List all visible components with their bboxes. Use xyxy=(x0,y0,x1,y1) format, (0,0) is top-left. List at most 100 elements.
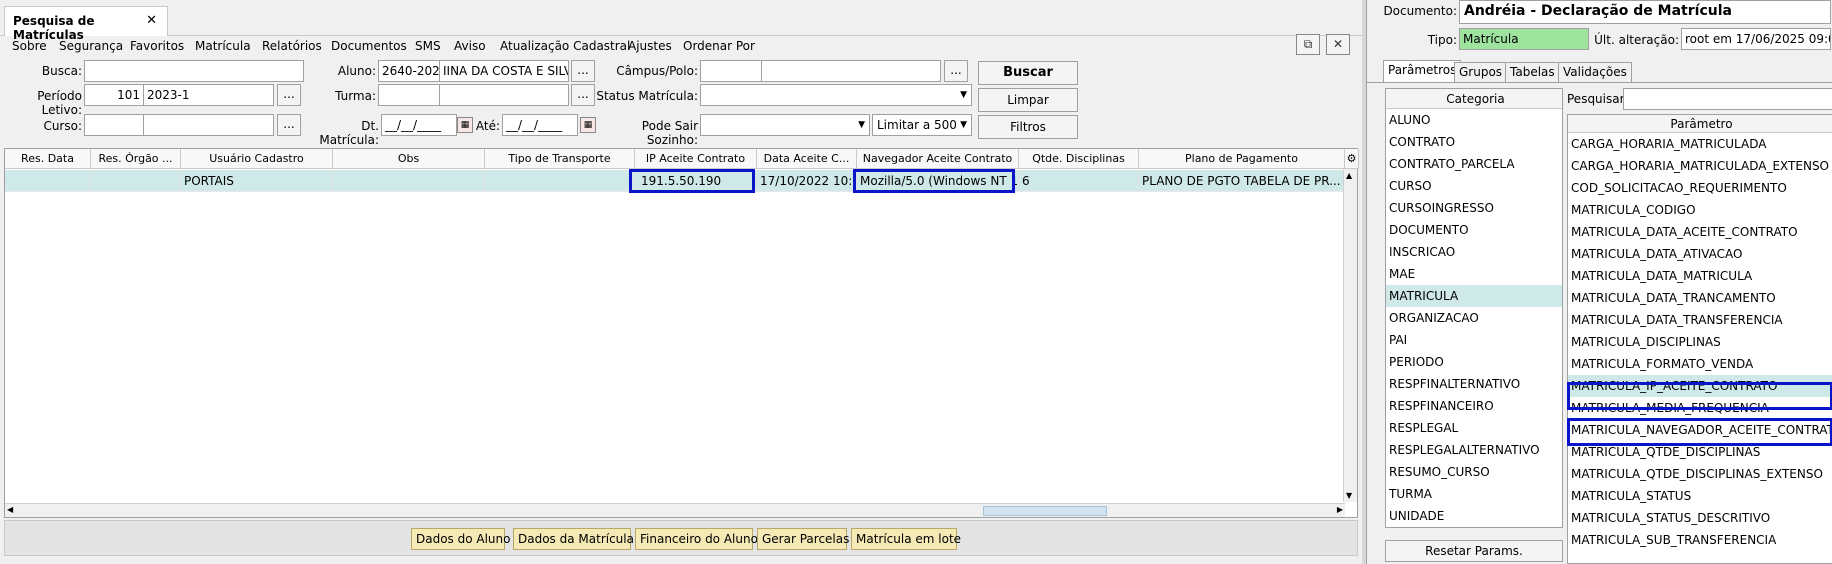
parameter-item[interactable]: MATRICULA_QTDE_DISCIPLINAS_EXTENSO xyxy=(1568,463,1832,485)
menu-ordenar-por[interactable]: Ordenar Por xyxy=(683,39,755,53)
reset-params-button[interactable]: Resetar Params. xyxy=(1385,540,1563,562)
parameter-item[interactable]: CARGA_HORARIA_MATRICULADA_EXTENSO xyxy=(1568,155,1832,177)
scroll-down-icon[interactable]: ▼ xyxy=(1346,491,1352,500)
scroll-right-icon[interactable]: ▶ xyxy=(1337,505,1343,514)
column-header[interactable]: Usuário Cadastro xyxy=(181,149,333,169)
menu-seguranca[interactable]: Segurança xyxy=(59,39,123,53)
close-window-icon[interactable]: ✕ xyxy=(1326,34,1350,55)
dt-matricula-to-input[interactable]: __/__/____ xyxy=(502,114,578,136)
campus-name-input[interactable] xyxy=(761,60,941,82)
parameter-item[interactable]: MATRICULA_DATA_TRANCAMENTO xyxy=(1568,287,1832,309)
periodo-code-input[interactable]: 101 xyxy=(84,84,144,106)
tab-grupos[interactable]: Grupos xyxy=(1454,62,1508,82)
category-item[interactable]: UNIDADE xyxy=(1386,505,1562,527)
campus-search-button[interactable]: ... xyxy=(944,60,968,82)
parameter-item[interactable]: MATRICULA_DATA_ACEITE_CONTRATO xyxy=(1568,221,1832,243)
detach-icon[interactable]: ⧉ xyxy=(1296,34,1320,55)
menu-aviso[interactable]: Aviso xyxy=(454,39,486,53)
aluno-code-input[interactable]: 2640-2022 xyxy=(378,60,440,82)
scroll-up-icon[interactable]: ▲ xyxy=(1346,171,1352,180)
curso-search-button[interactable]: ... xyxy=(277,114,301,136)
horizontal-scrollbar[interactable]: ◀ ▶ xyxy=(5,503,1345,517)
category-item[interactable]: RESPLEGAL xyxy=(1386,417,1562,439)
column-header[interactable]: Plano de Pagamento xyxy=(1139,149,1345,169)
limit-select[interactable]: Limitar a 500 ▼ xyxy=(872,114,972,136)
column-header[interactable]: Qtde. Disciplinas xyxy=(1019,149,1139,169)
column-header[interactable]: Data Aceite C... xyxy=(757,149,857,169)
parameter-item[interactable]: MATRICULA_SUB_TRANSFERENCIA xyxy=(1568,529,1832,551)
menu-favoritos[interactable]: Favoritos xyxy=(130,39,184,53)
curso-code-input[interactable] xyxy=(84,114,144,136)
menu-relatorios[interactable]: Relatórios xyxy=(262,39,322,53)
vertical-scrollbar[interactable]: ▲ ▼ xyxy=(1343,169,1357,502)
parameter-item[interactable]: MATRICULA_STATUS xyxy=(1568,485,1832,507)
category-item[interactable]: PERIODO xyxy=(1386,351,1562,373)
financeiro-aluno-button[interactable]: Financeiro do Aluno xyxy=(635,528,758,550)
parameter-item[interactable]: MATRICULA_FORMATO_VENDA xyxy=(1568,353,1832,375)
calendar-icon[interactable]: ▦ xyxy=(580,117,596,133)
parameter-item[interactable]: CARGA_HORARIA_MATRICULADA xyxy=(1568,133,1832,155)
dados-matricula-button[interactable]: Dados da Matrícula xyxy=(513,528,634,550)
column-header[interactable]: Navegador Aceite Contrato xyxy=(857,149,1019,169)
category-item[interactable]: RESUMO_CURSO xyxy=(1386,461,1562,483)
category-item[interactable]: CONTRATO xyxy=(1386,131,1562,153)
aluno-search-button[interactable]: ... xyxy=(571,60,595,82)
dt-matricula-from-input[interactable]: __/__/____ xyxy=(381,114,457,136)
matricula-lote-button[interactable]: Matrícula em lote xyxy=(851,528,961,550)
aluno-name-input[interactable]: IINA DA COSTA E SILVA xyxy=(439,60,569,82)
category-item[interactable]: MATRICULA xyxy=(1386,285,1562,307)
buscar-button[interactable]: Buscar xyxy=(978,61,1078,85)
turma-code-input[interactable] xyxy=(378,84,440,106)
category-item[interactable]: MAE xyxy=(1386,263,1562,285)
menu-sms[interactable]: SMS xyxy=(415,39,441,53)
gerar-parcelas-button[interactable]: Gerar Parcelas xyxy=(757,528,849,550)
category-item[interactable]: ALUNO xyxy=(1386,109,1562,131)
category-item[interactable]: TURMA xyxy=(1386,483,1562,505)
tab-pesquisa-matriculas[interactable]: Pesquisa de Matrículas ✕ xyxy=(4,6,168,42)
periodo-value-input[interactable]: 2023-1 xyxy=(143,84,274,106)
category-item[interactable]: CONTRATO_PARCELA xyxy=(1386,153,1562,175)
menu-atualizacao-cadastral[interactable]: Atualização Cadastral xyxy=(500,39,630,53)
parameter-item[interactable]: MATRICULA_STATUS_DESCRITIVO xyxy=(1568,507,1832,529)
category-item[interactable]: RESPLEGALALTERNATIVO xyxy=(1386,439,1562,461)
menu-sobre[interactable]: Sobre xyxy=(12,39,47,53)
tab-parametros[interactable]: Parâmetros xyxy=(1383,60,1462,82)
menu-matricula[interactable]: Matrícula xyxy=(195,39,251,53)
column-header[interactable]: Res. Órgão ... xyxy=(91,149,181,169)
pode-sair-select[interactable]: ▼ xyxy=(700,114,870,136)
category-item[interactable]: RESPFINALTERNATIVO xyxy=(1386,373,1562,395)
category-item[interactable]: PAI xyxy=(1386,329,1562,351)
scroll-thumb[interactable] xyxy=(983,506,1107,516)
status-matricula-select[interactable]: ▼ xyxy=(700,84,972,106)
menu-documentos[interactable]: Documentos xyxy=(331,39,407,53)
turma-name-input[interactable] xyxy=(439,84,569,106)
parameter-item[interactable]: MATRICULA_CODIGO xyxy=(1568,199,1832,221)
category-item[interactable]: INSCRICAO xyxy=(1386,241,1562,263)
column-header[interactable]: Res. Data xyxy=(5,149,91,169)
category-item[interactable]: RESPFINANCEIRO xyxy=(1386,395,1562,417)
column-header[interactable]: Tipo de Transporte xyxy=(485,149,635,169)
column-header[interactable]: IP Aceite Contrato xyxy=(635,149,757,169)
close-icon[interactable]: ✕ xyxy=(146,13,157,28)
parameter-item[interactable]: MATRICULA_DATA_TRANSFERENCIA xyxy=(1568,309,1832,331)
scroll-left-icon[interactable]: ◀ xyxy=(7,505,13,514)
periodo-search-button[interactable]: ... xyxy=(277,84,301,106)
documento-field[interactable]: Andréia - Declaração de Matrícula xyxy=(1459,0,1831,24)
dados-aluno-button[interactable]: Dados do Aluno xyxy=(411,528,511,550)
category-item[interactable]: CURSO xyxy=(1386,175,1562,197)
category-item[interactable]: DOCUMENTO xyxy=(1386,219,1562,241)
category-item[interactable]: ORGANIZACAO xyxy=(1386,307,1562,329)
tipo-field[interactable]: Matrícula xyxy=(1459,28,1589,50)
parameter-item[interactable]: COD_SOLICITACAO_REQUERIMENTO xyxy=(1568,177,1832,199)
menu-ajustes[interactable]: Ajustes xyxy=(628,39,672,53)
parameter-item[interactable]: MATRICULA_DISCIPLINAS xyxy=(1568,331,1832,353)
campus-code-input[interactable] xyxy=(700,60,762,82)
tab-validacoes[interactable]: Validações xyxy=(1558,62,1632,82)
category-item[interactable]: CURSOINGRESSO xyxy=(1386,197,1562,219)
column-header[interactable]: Obs xyxy=(333,149,485,169)
parameter-item[interactable]: MATRICULA_DATA_MATRICULA xyxy=(1568,265,1832,287)
filtros-button[interactable]: Filtros xyxy=(978,115,1078,139)
busca-input[interactable] xyxy=(84,60,304,82)
curso-name-input[interactable] xyxy=(143,114,274,136)
gear-icon[interactable]: ⚙ xyxy=(1345,149,1359,169)
